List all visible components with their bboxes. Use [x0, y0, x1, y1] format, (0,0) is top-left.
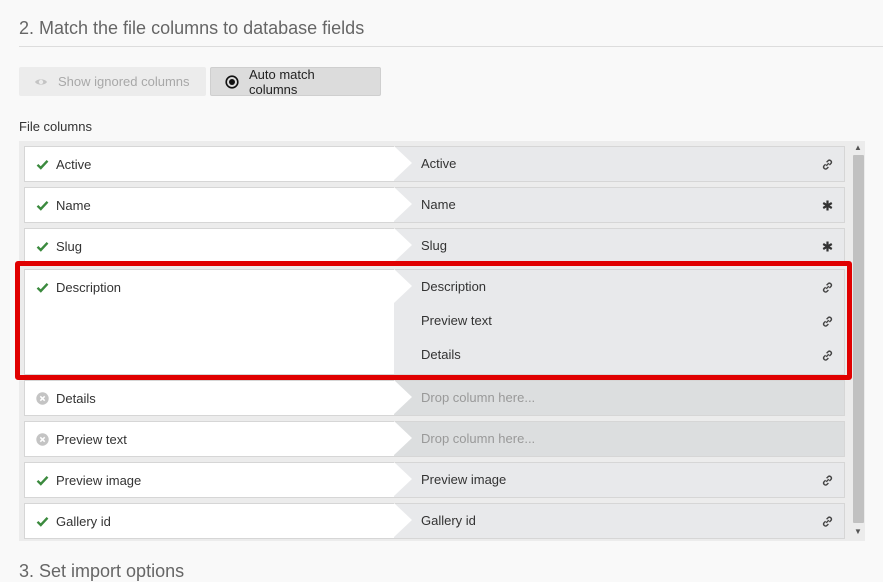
check-icon	[36, 281, 49, 293]
file-column-item[interactable]: Description	[24, 269, 394, 375]
file-column-item[interactable]: Preview text	[24, 421, 394, 457]
section-divider	[19, 46, 883, 47]
check-icon	[36, 158, 49, 170]
db-field-label: Preview image	[421, 472, 507, 487]
db-field-dropzone[interactable]: Description Preview text Details	[394, 269, 845, 375]
file-column-name: Preview image	[56, 473, 142, 488]
scroll-thumb[interactable]	[853, 155, 864, 523]
check-icon	[36, 474, 49, 486]
check-icon	[36, 199, 49, 211]
mapping-row[interactable]: Preview image Preview image	[24, 462, 845, 498]
mapping-row[interactable]: Name Name	[24, 187, 845, 223]
check-icon	[36, 515, 49, 527]
mapping-arrow	[394, 462, 412, 496]
target-icon	[225, 74, 239, 89]
db-field-label: Details	[421, 347, 461, 362]
file-column-item[interactable]: Preview image	[24, 462, 394, 498]
db-field-dropzone[interactable]: Drop column here...	[394, 380, 845, 416]
check-icon	[36, 240, 49, 252]
drop-placeholder: Drop column here...	[421, 431, 536, 446]
ignored-icon	[36, 392, 49, 405]
file-column-item[interactable]: Details	[24, 380, 394, 416]
file-column-name: Preview text	[56, 432, 127, 447]
required-asterisk-icon	[821, 240, 834, 253]
scrollbar[interactable]: ▲ ▼	[851, 141, 865, 541]
link-icon[interactable]	[821, 349, 834, 362]
file-column-item[interactable]: Gallery id	[24, 503, 394, 539]
db-field-label: Preview text	[421, 313, 492, 328]
link-icon[interactable]	[821, 281, 834, 294]
file-column-item[interactable]: Active	[24, 146, 394, 182]
mapping-row[interactable]: Gallery id Gallery id	[24, 503, 845, 539]
mapping-row[interactable]: Description Description Preview text Detail…	[24, 269, 845, 375]
file-column-name: Gallery id	[56, 514, 111, 529]
required-asterisk-icon	[821, 199, 834, 212]
mapping-arrow	[394, 421, 412, 455]
drop-placeholder: Drop column here...	[421, 390, 536, 405]
eye-icon	[34, 75, 48, 89]
mapping-row[interactable]: Details Drop column here...	[24, 380, 845, 416]
mapping-arrow	[394, 380, 412, 414]
db-field-label: Name	[421, 197, 456, 212]
db-field-label: Description	[421, 279, 487, 294]
link-icon[interactable]	[821, 515, 834, 528]
db-field-dropzone[interactable]: Drop column here...	[394, 421, 845, 457]
auto-match-columns-label: Auto match columns	[249, 66, 315, 97]
file-columns-label: File columns	[19, 119, 92, 134]
next-section-title: 3. Set import options	[19, 561, 185, 581]
mapping-arrow	[394, 228, 412, 262]
mapping-row[interactable]: Active Active	[24, 146, 845, 182]
mapping-arrow	[394, 269, 412, 303]
mapping-row[interactable]: Slug Slug	[24, 228, 845, 264]
db-field-label: Slug	[421, 238, 448, 253]
mapping-arrow	[394, 146, 412, 180]
db-field-dropzone[interactable]: Name	[394, 187, 845, 223]
toolbar: Show ignored columns Auto match columns	[19, 66, 381, 97]
scroll-up-arrow-icon[interactable]: ▲	[853, 143, 863, 153]
file-column-name: Active	[56, 157, 92, 172]
link-icon[interactable]	[821, 315, 834, 328]
db-field-label: Gallery id	[421, 513, 476, 528]
file-column-name: Details	[56, 391, 96, 406]
file-column-item[interactable]: Slug	[24, 228, 394, 264]
mapping-arrow	[394, 503, 412, 537]
file-column-name: Name	[56, 198, 91, 213]
db-field-dropzone[interactable]: Gallery id	[394, 503, 845, 539]
auto-match-columns-button[interactable]: Auto match columns	[210, 66, 381, 97]
db-field-dropzone[interactable]: Active	[394, 146, 845, 182]
file-column-item[interactable]: Name	[24, 187, 394, 223]
show-ignored-columns-label: Show ignored columns	[58, 74, 190, 89]
link-icon[interactable]	[821, 474, 834, 487]
db-field-dropzone[interactable]: Preview image	[394, 462, 845, 498]
show-ignored-columns-button[interactable]: Show ignored columns	[19, 67, 206, 96]
link-icon[interactable]	[821, 158, 834, 171]
file-column-name: Slug	[56, 239, 83, 254]
mapping-row[interactable]: Preview text Drop column here...	[24, 421, 845, 457]
section-title: 2. Match the file columns to database fi…	[19, 18, 365, 38]
db-field-dropzone[interactable]: Slug	[394, 228, 845, 264]
file-column-name: Description	[56, 280, 122, 295]
column-mapping-list: Active Active Name Name Slug Slug Description D…	[19, 141, 865, 541]
ignored-icon	[36, 433, 49, 446]
db-field-label: Active	[421, 156, 457, 171]
scroll-down-arrow-icon[interactable]: ▼	[853, 527, 863, 537]
mapping-arrow	[394, 187, 412, 221]
